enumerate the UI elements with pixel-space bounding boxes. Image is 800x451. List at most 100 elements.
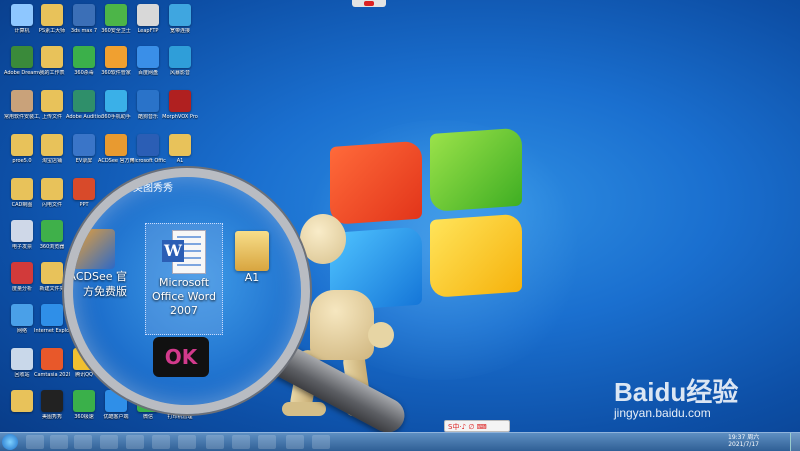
logo-pane-red <box>330 140 422 225</box>
desktop-icon[interactable]: MorphVOX Pro <box>162 90 198 120</box>
desktop-icon[interactable]: EV录屏 <box>66 134 102 164</box>
taskbar-search-icon[interactable] <box>26 435 44 449</box>
word-label-line3: 2007 <box>170 304 198 317</box>
desktop-icon[interactable]: 百度网盘 <box>130 46 166 76</box>
desktop-icon[interactable]: Camtasia 2020 <box>34 348 70 378</box>
taskbar-clock[interactable]: 19:37 周六 2021/7/17 <box>728 434 759 448</box>
desktop-icon-image <box>11 220 33 242</box>
desktop-icon-image <box>11 90 33 112</box>
desktop-icon[interactable]: 360极速 <box>66 390 102 420</box>
desktop-icon[interactable]: A1 <box>162 134 198 164</box>
magnified-app-icon[interactable]: OK <box>153 337 209 377</box>
desktop-icon-image <box>41 4 63 26</box>
desktop-icon-image <box>137 90 159 112</box>
windows-logo <box>330 127 530 317</box>
desktop-icon[interactable]: LeapFTP <box>130 4 166 34</box>
desktop-icon[interactable]: 3ds max 7 <box>66 4 102 34</box>
magnified-folder-icon[interactable]: A1 <box>227 227 277 285</box>
taskbar-app-icon[interactable] <box>178 435 196 449</box>
desktop-icon-label: Camtasia 2020 <box>34 372 70 378</box>
desktop-icon-label: 上传文件 <box>41 114 62 120</box>
figure-foot <box>282 402 326 416</box>
desktop-icon-image <box>169 134 191 156</box>
desktop-icon[interactable]: 我的工作表 <box>34 46 70 76</box>
desktop-icon-label: 美图秀秀 <box>41 414 62 420</box>
desktop-icon-label: 酷狗音乐 <box>137 114 158 120</box>
desktop-icon[interactable]: Adobe Audition <box>66 90 102 120</box>
desktop-icon-image <box>105 46 127 68</box>
start-button[interactable] <box>2 434 18 450</box>
desktop-icon-image <box>73 178 95 200</box>
magnified-word-icon[interactable]: W Microsoft Office Word 2007 <box>145 223 223 335</box>
desktop-icon-image <box>41 46 63 68</box>
desktop-icon-image <box>11 178 33 200</box>
desktop-icon[interactable]: 360手机助手 <box>98 90 134 120</box>
desktop-icon-label: 我的工作表 <box>39 70 65 76</box>
desktop-icon-label: 360手机助手 <box>101 114 131 120</box>
desktop-icon-label: Adobe Audition <box>66 114 102 120</box>
desktop-icon-image <box>137 134 159 156</box>
word-label-line1: Microsoft <box>158 276 210 289</box>
word-document-icon: W <box>162 230 206 276</box>
desktop-icon-label: 360软件管家 <box>101 70 131 76</box>
acdsee-eye-icon <box>73 229 115 269</box>
taskbar-app-icon[interactable] <box>258 435 276 449</box>
desktop-icon[interactable]: PPT <box>66 178 102 208</box>
desktop-icon-label: LeapFTP <box>137 28 159 34</box>
top-app-indicator[interactable] <box>352 0 386 7</box>
watermark-logo: Baidu经验 <box>614 377 739 407</box>
desktop-icon-image <box>41 262 63 284</box>
magnifier-lens: 美图秀秀 ACDSee 官 方免费版 W Microsoft Office Wo… <box>64 168 310 414</box>
desktop-icon-image <box>11 134 33 156</box>
desktop-icon[interactable]: 美图秀秀 <box>34 390 70 420</box>
desktop-icon[interactable]: ACDSee 官方免费版 <box>98 134 134 164</box>
desktop-icon-label: Internet Explorer <box>34 328 70 334</box>
desktop-icon-image <box>169 4 191 26</box>
desktop-icon-image <box>73 390 95 412</box>
desktop-icon-label: 360杀毒 <box>74 70 94 76</box>
desktop-icon-label: 360浏览器 <box>39 244 65 250</box>
desktop-icon[interactable]: 淘宝店铺 <box>34 134 70 164</box>
show-desktop-button[interactable] <box>790 433 800 451</box>
desktop-icon-label: 风暴影音 <box>169 70 190 76</box>
desktop-icon[interactable]: 上传文件 <box>34 90 70 120</box>
desktop-icon-image <box>41 90 63 112</box>
desktop-icon-label: Microsoft Office Word <box>130 158 166 164</box>
taskbar-app-icon[interactable] <box>206 435 224 449</box>
taskbar-app-icon[interactable] <box>286 435 304 449</box>
desktop-icon-label: PS素工大师 <box>38 28 66 34</box>
taskbar-app-icon[interactable] <box>100 435 118 449</box>
taskbar-app-icon[interactable] <box>232 435 250 449</box>
desktop-icon-image <box>105 4 127 26</box>
desktop-icon[interactable]: 酷狗音乐 <box>130 90 166 120</box>
desktop-icon[interactable]: 360安全卫士 <box>98 4 134 34</box>
desktop-icon[interactable]: 360软件管家 <box>98 46 134 76</box>
folder-icon <box>235 231 269 271</box>
taskbar-app-icon[interactable] <box>312 435 330 449</box>
desktop-icon-image <box>11 390 33 412</box>
desktop-icon-label: MorphVOX Pro <box>162 114 198 120</box>
desktop-icon[interactable]: 宽带连接 <box>162 4 198 34</box>
figure-body <box>310 290 374 360</box>
desktop-icon-image <box>137 4 159 26</box>
taskbar-app-icon[interactable] <box>152 435 170 449</box>
taskbar-app-icon[interactable] <box>126 435 144 449</box>
desktop-icon-label: 360安全卫士 <box>101 28 131 34</box>
clock-date: 2021/7/17 <box>728 441 759 448</box>
desktop-icon-image <box>41 304 63 326</box>
ime-toolbar[interactable]: S中·♪ ∅ ⌨ <box>444 420 510 432</box>
taskbar-app-icon[interactable] <box>50 435 68 449</box>
desktop-icon[interactable]: 360浏览器 <box>34 220 70 250</box>
desktop-icon-label: 优酷客户端 <box>103 414 129 420</box>
magnified-acdsee-icon[interactable]: ACDSee 官 方免费版 <box>73 229 127 299</box>
desktop-icon[interactable]: 风暴影音 <box>162 46 198 76</box>
desktop-icon-label: 打印机管理 <box>167 414 193 420</box>
taskbar-app-icon[interactable] <box>74 435 92 449</box>
desktop-icon-image <box>41 134 63 156</box>
desktop-icon[interactable]: 闪电文件 <box>34 178 70 208</box>
folder-label: A1 <box>244 271 260 284</box>
desktop-icon[interactable]: PS素工大师 <box>34 4 70 34</box>
desktop-icon-image <box>11 46 33 68</box>
desktop-icon[interactable]: 360杀毒 <box>66 46 102 76</box>
desktop-icon[interactable]: Microsoft Office Word <box>130 134 166 164</box>
